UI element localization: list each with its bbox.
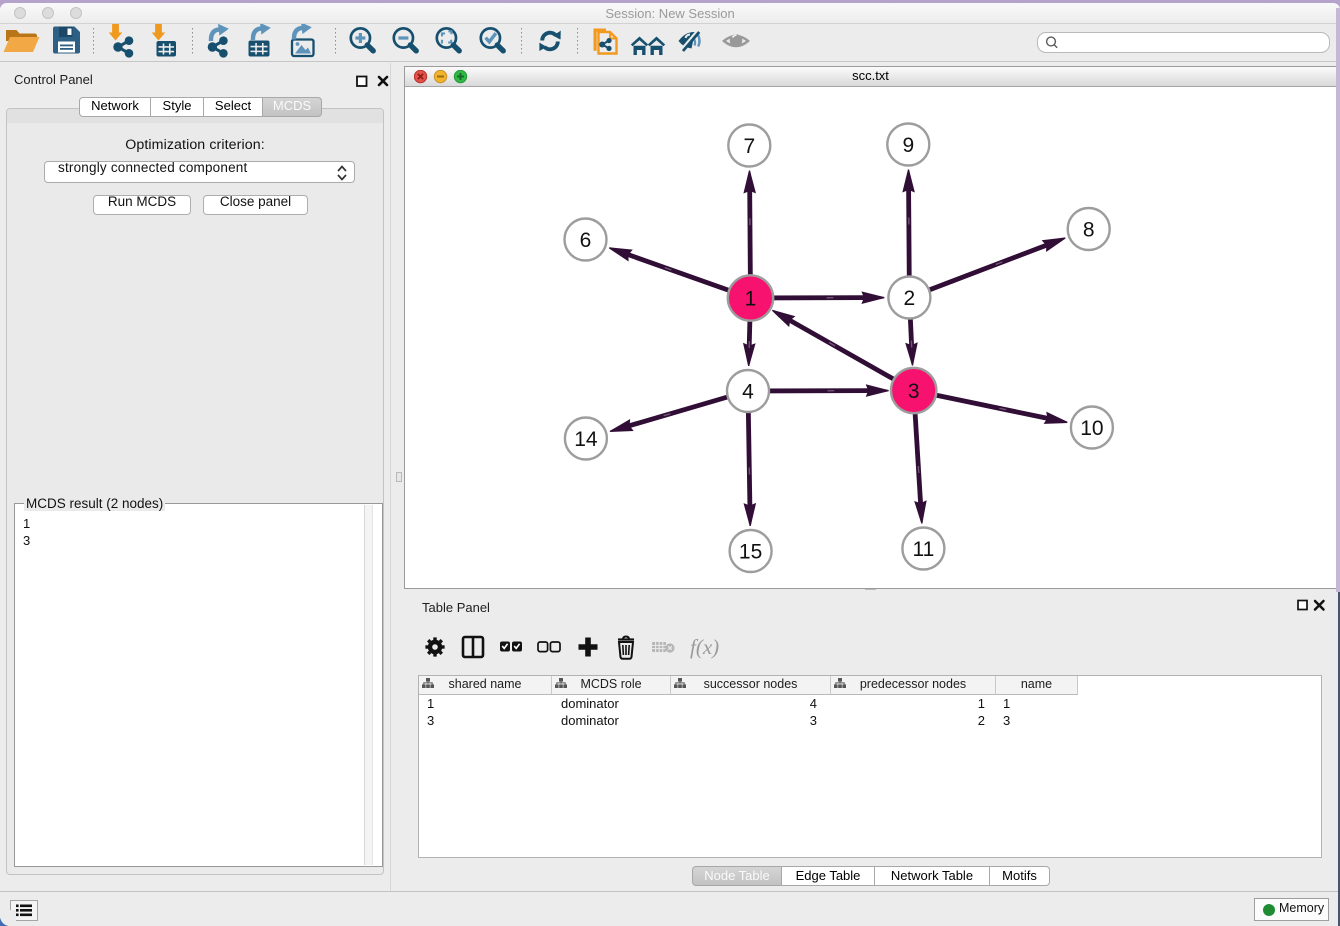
svg-text:f(x): f(x) bbox=[690, 635, 719, 659]
svg-text:6: 6 bbox=[580, 229, 592, 252]
svg-text:1: 1 bbox=[745, 288, 757, 311]
svg-text:9: 9 bbox=[902, 134, 914, 157]
svg-text:11: 11 bbox=[912, 538, 934, 561]
svg-text:10: 10 bbox=[1080, 417, 1103, 440]
svg-text:4: 4 bbox=[742, 381, 754, 404]
svg-text:15: 15 bbox=[739, 541, 762, 564]
svg-text:3: 3 bbox=[908, 380, 920, 403]
svg-text:7: 7 bbox=[743, 135, 755, 158]
svg-text:8: 8 bbox=[1083, 219, 1095, 242]
svg-text:14: 14 bbox=[574, 428, 598, 451]
svg-text:2: 2 bbox=[904, 287, 916, 310]
